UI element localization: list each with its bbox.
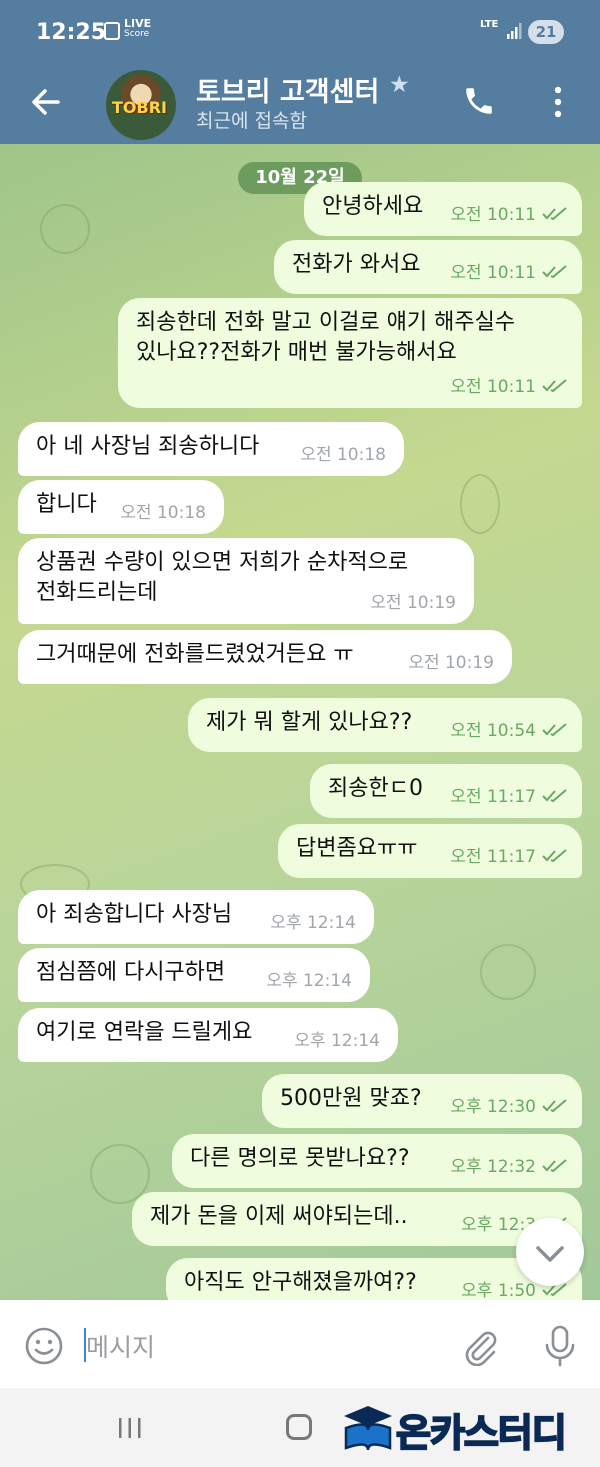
message-text: 죄송한데 전화 말고 이걸로 얘기 해주실수 있나요??전화가 매번 불가능해서…: [136, 310, 516, 365]
message-meta: 오후 12:32: [450, 1152, 568, 1182]
message-time: 오후 12:14: [294, 1031, 380, 1051]
clock: 12:25: [36, 20, 107, 45]
live-score-bottom: Score: [124, 29, 150, 39]
message-text: 답변좀요ㅠㅠ: [296, 836, 418, 861]
message-time: 오후 12:14: [266, 971, 352, 991]
avatar-label: TOBRI: [112, 98, 167, 117]
lte-indicator: LTE: [480, 19, 499, 30]
message-text: 그거때문에 전화를드렸었거든요 ㅠ: [36, 642, 354, 667]
message-bubble-incoming[interactable]: 합니다 오전 10:18: [18, 480, 224, 534]
battery-indicator: 21: [528, 20, 564, 44]
message-time: 오후 12:14: [270, 913, 356, 933]
message-input[interactable]: 메시지: [86, 1328, 155, 1364]
message-bubble-incoming[interactable]: 상품권 수량이 있으면 저희가 순차적으로 전화드리는데 오전 10:19: [18, 538, 474, 624]
message-time: 오전 10:11: [450, 263, 536, 283]
message-time: 오전 10:18: [300, 445, 386, 465]
double-check-icon: [542, 1099, 567, 1113]
message-text: 여기로 연락을 드릴게요: [36, 1020, 253, 1045]
message-text: 500만원 맞죠?: [280, 1086, 422, 1111]
star-icon: ★: [389, 72, 410, 98]
message-meta: 오후 12:30: [450, 1092, 568, 1122]
message-bubble-incoming[interactable]: 점심쯤에 다시구하면 오후 12:14: [18, 948, 370, 1002]
message-bubble-outgoing[interactable]: 500만원 맞죠? 오후 12:30: [262, 1074, 582, 1128]
message-meta: 오전 11:17: [450, 842, 568, 872]
system-navigation-bar: 온카스터디: [0, 1388, 600, 1467]
message-time: 오전 10:11: [450, 377, 536, 397]
message-bubble-incoming[interactable]: 아 네 사장님 죄송하니다 오전 10:18: [18, 422, 404, 476]
live-score-icon: LIVE Score: [124, 18, 151, 40]
message-text: 제가 돈을 이제 써야되는데..: [150, 1204, 408, 1229]
screen-record-icon: [104, 22, 120, 40]
message-text: 합니다: [36, 492, 97, 517]
message-bubble-incoming[interactable]: 아 죄송합니다 사장님 오후 12:14: [18, 890, 374, 944]
double-check-icon: [542, 207, 567, 221]
message-bubble-outgoing[interactable]: 답변좀요ㅠㅠ 오전 11:17: [278, 824, 582, 878]
message-time: 오전 10:18: [120, 503, 206, 523]
message-meta: 오전 10:11: [450, 258, 568, 288]
emoji-icon[interactable]: [24, 1326, 64, 1366]
message-meta: 오전 11:17: [450, 782, 568, 812]
more-options-icon[interactable]: [548, 82, 568, 122]
message-text: 죄송한ㄷ0: [328, 776, 423, 801]
double-check-icon: [542, 379, 567, 393]
double-check-icon: [542, 789, 567, 803]
message-text: 아직도 안구해졌을까여??: [184, 1270, 417, 1295]
message-bubble-outgoing[interactable]: 다른 명의로 못받나요?? 오후 12:32: [172, 1134, 582, 1188]
chevron-down-icon: [536, 1246, 564, 1262]
paperclip-icon[interactable]: [460, 1326, 500, 1366]
message-bubble-outgoing[interactable]: 제가 뭐 할게 있나요?? 오전 10:54: [188, 698, 582, 752]
signal-icon: [507, 23, 522, 39]
double-check-icon: [542, 1159, 567, 1173]
message-text: 다른 명의로 못받나요??: [190, 1146, 410, 1171]
phone-call-icon[interactable]: [462, 84, 496, 118]
microphone-icon[interactable]: [540, 1324, 580, 1368]
message-bubble-outgoing[interactable]: 제가 돈을 이제 써야되는데.. 오후 12:3: [132, 1192, 582, 1246]
wallpaper-doodle: [460, 474, 500, 534]
wallpaper-doodle: [40, 204, 90, 254]
message-text: 제가 뭐 할게 있나요??: [206, 710, 413, 735]
message-text: 점심쯤에 다시구하면: [36, 960, 226, 985]
message-time: 오전 11:17: [450, 847, 536, 867]
watermark-logo: 온카스터디: [340, 1400, 592, 1456]
wallpaper-doodle: [480, 944, 536, 1000]
message-text: 아 죄송합니다 사장님: [36, 902, 233, 927]
message-time: 오후 12:32: [450, 1157, 536, 1177]
message-composer: 메시지: [0, 1300, 600, 1388]
message-meta: 오전 10:54: [450, 716, 568, 746]
message-bubble-outgoing[interactable]: 안녕하세요 오전 10:11: [304, 182, 582, 236]
message-text: 아 네 사장님 죄송하니다: [36, 434, 260, 459]
message-meta: 오전 10:11: [450, 372, 568, 402]
message-time: 오전 10:19: [408, 653, 494, 673]
watermark-text: 온카스터디: [395, 1410, 568, 1456]
message-text: 상품권 수량이 있으면 저희가 순차적으로 전화드리는데: [36, 550, 409, 605]
message-text: 안녕하세요: [322, 194, 424, 219]
message-bubble-outgoing[interactable]: 죄송한ㄷ0 오전 11:17: [310, 764, 582, 818]
recent-apps-icon[interactable]: [116, 1416, 144, 1440]
graduation-book-icon: [344, 1406, 392, 1451]
message-text: 전화가 와서요: [292, 252, 421, 277]
message-time: 오전 10:11: [450, 205, 536, 225]
message-bubble-incoming[interactable]: 여기로 연락을 드릴게요 오후 12:14: [18, 1008, 398, 1062]
message-meta: 오전 10:11: [450, 200, 568, 230]
back-arrow-icon[interactable]: [28, 84, 64, 120]
message-bubble-outgoing[interactable]: 전화가 와서요 오전 10:11: [274, 240, 582, 294]
double-check-icon: [542, 723, 567, 737]
message-time: 오전 10:54: [450, 721, 536, 741]
last-seen-status: 최근에 접속함: [196, 110, 307, 132]
message-bubble-outgoing[interactable]: 죄송한데 전화 말고 이걸로 얘기 해주실수 있나요??전화가 매번 불가능해서…: [118, 298, 582, 408]
message-time: 오후 12:30: [450, 1097, 536, 1117]
chat-title[interactable]: 토브리 고객센터: [196, 70, 379, 109]
avatar[interactable]: TOBRI: [106, 70, 176, 140]
double-check-icon: [542, 265, 567, 279]
status-bar: 12:25 LIVE Score LTE 21: [0, 0, 600, 62]
message-time: 오전 11:17: [450, 787, 536, 807]
scroll-to-bottom-button[interactable]: [516, 1218, 584, 1286]
home-button[interactable]: [286, 1414, 312, 1440]
message-bubble-incoming[interactable]: 그거때문에 전화를드렸었거든요 ㅠ 오전 10:19: [18, 630, 512, 684]
double-check-icon: [542, 849, 567, 863]
message-time: 오전 10:19: [370, 593, 456, 613]
chat-area[interactable]: 10월 22일 안녕하세요 오전 10:11 전화가 와서요 오전 10:11 …: [0, 144, 600, 1300]
chat-header: TOBRI 토브리 고객센터 ★ 최근에 접속함: [0, 62, 600, 144]
